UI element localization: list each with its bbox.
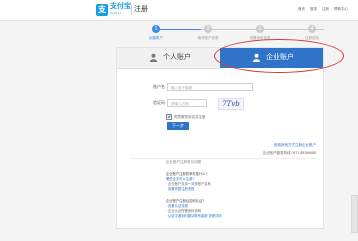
enterprise-user-icon: [252, 53, 261, 62]
step-1-dot: 1: [152, 25, 160, 33]
nav-help-link[interactable]: 帮助中心: [334, 6, 348, 12]
step-3-label: 设置身份信息: [249, 36, 271, 40]
step-2: 2 填写账户信息: [188, 24, 228, 41]
account-input[interactable]: 输入电子邮箱: [167, 83, 253, 91]
tab-personal-account[interactable]: 个人账户: [117, 48, 220, 69]
tab-personal-label: 个人账户: [163, 54, 191, 61]
tab-enterprise-label: 企业账户: [266, 54, 294, 61]
step-3-dot: 3: [256, 25, 264, 33]
step-1-label: 创建账户: [149, 36, 163, 40]
side-feedback-widget[interactable]: [351, 195, 358, 233]
registration-card: 个人账户 企业账户: [116, 47, 324, 229]
other-registration-link[interactable]: 使用其他方式注册企业账户: [274, 143, 316, 148]
nav-home-link[interactable]: 首页: [298, 6, 305, 12]
faq-item[interactable]: · 查看完整注册流程: [166, 187, 194, 192]
service-hotline: 企业账户服务热线 0571-88156688: [262, 151, 317, 155]
registration-steps: 1 创建账户 2 填写账户信息 3 设置身份信息 4 注册成功: [140, 24, 340, 46]
captcha-image[interactable]: 7Tvb: [218, 98, 244, 110]
step-4-label: 注册成功: [305, 36, 319, 40]
page-title: 注册: [134, 6, 148, 13]
top-bar: 支 支付宝 ALIPAY 注册 首页 登录 注册 帮助中心: [0, 0, 358, 21]
user-icon: [149, 53, 158, 62]
logo-subtext: ALIPAY: [110, 11, 122, 15]
nav-login-link[interactable]: 登录: [310, 6, 317, 12]
step-1: 1 创建账户: [136, 24, 176, 41]
faq-title[interactable]: 企业账户注册常见问题: [166, 160, 201, 165]
step-2-label: 填写账户信息: [197, 36, 219, 40]
header-divider: [131, 5, 132, 15]
step-3: 3 设置身份信息: [240, 24, 280, 41]
faq-item[interactable]: · 认证中遇到问题请联系客服 查看详情: [166, 214, 222, 219]
tab-enterprise-account[interactable]: 企业账户: [220, 48, 323, 68]
account-label: 账户名: [153, 84, 165, 89]
section-divider: [130, 158, 315, 159]
logo-text[interactable]: 支付宝: [110, 3, 131, 11]
top-nav: 首页 登录 注册 帮助中心: [298, 6, 348, 12]
captcha-input[interactable]: 请输入右侧: [167, 99, 207, 107]
step-2-dot: 2: [204, 25, 212, 33]
next-step-button[interactable]: 下一步: [167, 122, 189, 130]
step-4-dot: 4: [308, 25, 316, 33]
nav-register-link[interactable]: 注册: [322, 6, 329, 12]
agree-checkbox[interactable]: [166, 114, 172, 120]
agree-terms: 同意服务协议并注册: [166, 114, 206, 120]
captcha-label: 验证码: [153, 100, 165, 105]
step-4: 4 注册成功: [292, 24, 332, 41]
alipay-logo-icon[interactable]: 支: [96, 4, 108, 16]
agree-text[interactable]: 同意服务协议并注册: [174, 115, 206, 120]
